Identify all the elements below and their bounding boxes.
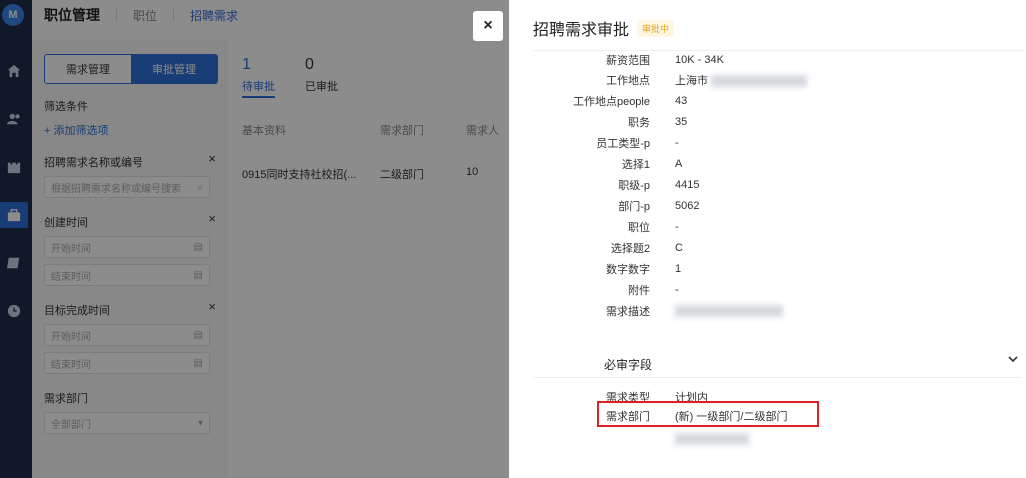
detail-row: 职位 - <box>509 218 1026 236</box>
detail-row: 职级-p 4415 <box>509 176 1026 194</box>
detail-row: 工作地点people 43 <box>509 92 1026 110</box>
field-value: 上海市 <box>675 72 808 88</box>
close-drawer-button[interactable]: × <box>473 11 503 41</box>
field-label: 职级-p <box>618 180 650 192</box>
detail-row: 员工类型-p - <box>509 134 1026 152</box>
detail-row: 部门-p 5062 <box>509 197 1026 215</box>
field-value: 5062 <box>675 200 700 212</box>
modal-overlay[interactable] <box>0 0 509 478</box>
field-label: 员工类型-p <box>596 138 650 150</box>
detail-row: 需求描述 <box>509 302 1026 320</box>
field-label: 职务 <box>628 117 650 129</box>
chevron-down-icon[interactable] <box>1006 352 1020 366</box>
field-label: 薪资范围 <box>606 55 650 67</box>
status-badge: 审批中 <box>637 19 675 37</box>
field-label: 工作地点 <box>606 75 650 87</box>
field-label: 工作地点people <box>572 96 650 108</box>
divider <box>533 377 1021 378</box>
field-value: - <box>675 221 679 233</box>
field-value: 4415 <box>675 179 700 191</box>
field-value: 1 <box>675 263 682 275</box>
detail-row: 选择1 A <box>509 155 1026 173</box>
field-value: - <box>675 284 679 296</box>
field-label: 选择1 <box>621 159 650 171</box>
field-label: 数字数字 <box>606 264 650 276</box>
field-value: A <box>675 158 683 170</box>
field-label: 部门-p <box>618 201 650 213</box>
detail-row: 数字数字 1 <box>509 260 1026 278</box>
detail-row: 薪资范围 10K - 34K <box>509 51 1026 69</box>
field-label: 附件 <box>628 285 650 297</box>
field-value: C <box>675 242 683 254</box>
detail-row: 职务 35 <box>509 113 1026 131</box>
drawer-title: 招聘需求审批 <box>533 22 630 39</box>
highlight-box <box>597 401 819 427</box>
approval-drawer: 招聘需求审批 审批中 薪资范围 10K - 34K 工作地点 上海市 工作地点peo… <box>509 0 1026 478</box>
redacted-text <box>675 305 783 318</box>
field-value: - <box>675 137 679 149</box>
field-value <box>675 305 783 318</box>
redacted-text <box>711 75 808 88</box>
detail-row: 附件 - <box>509 281 1026 299</box>
field-value: 10K - 34K <box>675 54 724 66</box>
detail-row: 选择题2 C <box>509 239 1026 257</box>
section-title: 必审字段 <box>604 358 653 372</box>
field-label: 需求描述 <box>606 306 650 318</box>
field-value: 35 <box>675 116 688 128</box>
detail-row: 工作地点 上海市 <box>509 71 1026 89</box>
field-label: 选择题2 <box>610 243 650 255</box>
field-label: 职位 <box>628 222 650 234</box>
field-value: 43 <box>675 95 688 107</box>
drawer-header: 招聘需求审批 审批中 <box>533 16 675 40</box>
redacted-text <box>675 433 749 446</box>
